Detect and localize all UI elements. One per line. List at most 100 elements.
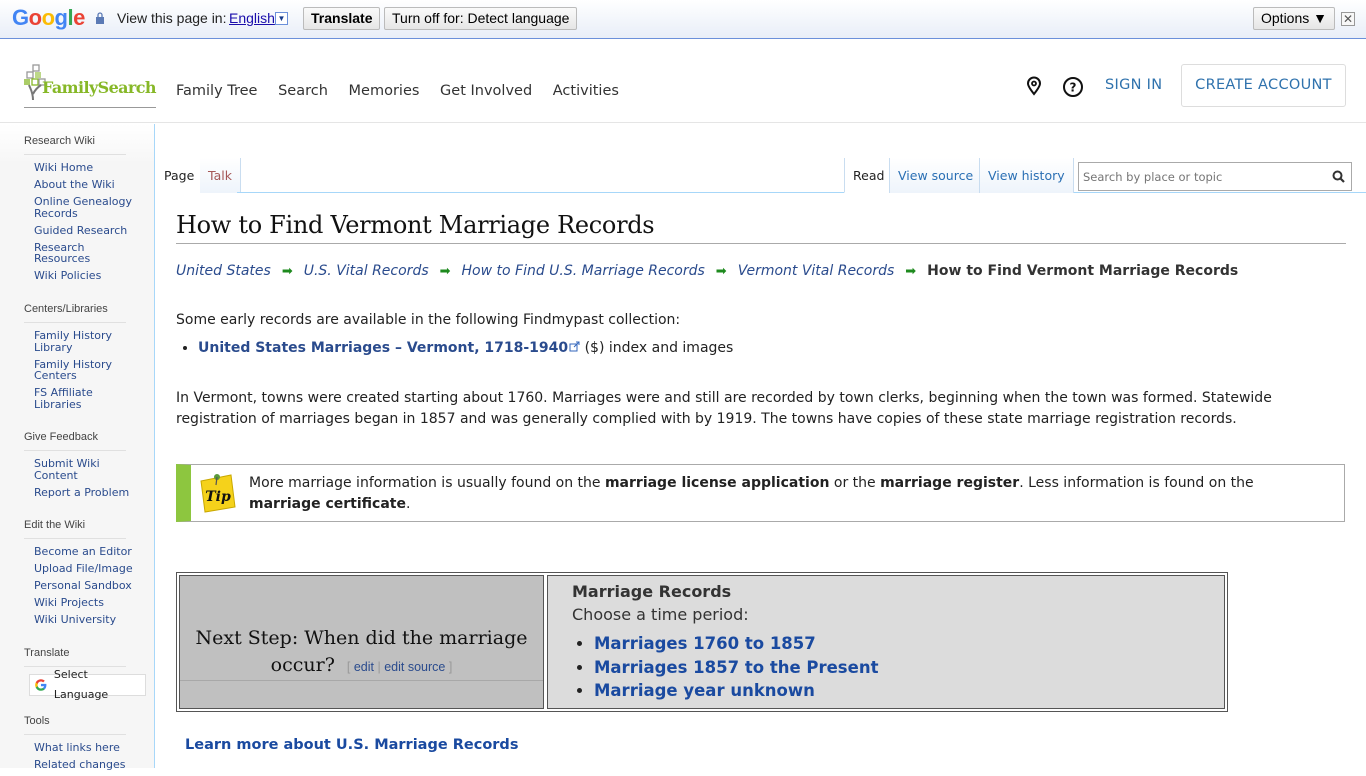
- lock-icon: [96, 12, 104, 24]
- sidebar-item-wiki-home[interactable]: Wiki Home: [24, 162, 134, 174]
- search-input[interactable]: [1079, 163, 1319, 190]
- intro-text: Some early records are available in the …: [176, 312, 681, 328]
- tab-talk[interactable]: Talk: [200, 158, 241, 193]
- sidebar-item-upload-file[interactable]: Upload File/Image: [24, 563, 134, 575]
- tip-text: More marriage information is usually fou…: [249, 475, 1254, 512]
- page-title: How to Find Vermont Marriage Records: [176, 211, 1346, 244]
- divider: [180, 680, 543, 681]
- arrow-right-icon: ➡: [715, 264, 727, 279]
- search-icon[interactable]: [1332, 170, 1345, 183]
- options-button[interactable]: Options ▼: [1253, 7, 1335, 30]
- select-language-label: Select Language: [53, 668, 109, 701]
- create-account-button[interactable]: CREATE ACCOUNT: [1181, 64, 1346, 107]
- sidebar-section-centers: Centers/Libraries Family History Library…: [24, 303, 134, 416]
- view-in-label: View this page in:: [117, 10, 227, 26]
- collection-list: United States Marriages – Vermont, 1718-…: [198, 340, 733, 356]
- marriage-records-cell: Marriage Records Choose a time period: M…: [547, 575, 1225, 709]
- time-period-list: Marriages 1760 to 1857 Marriages 1857 to…: [594, 632, 878, 703]
- sidebar-item-sandbox[interactable]: Personal Sandbox: [24, 580, 134, 592]
- svg-text:?: ?: [1070, 81, 1077, 95]
- nav-get-involved[interactable]: Get Involved: [440, 83, 532, 99]
- location-pin-icon[interactable]: [1024, 76, 1044, 96]
- breadcrumb-link[interactable]: U.S. Vital Records: [304, 263, 429, 279]
- close-icon[interactable]: ✕: [1341, 12, 1355, 26]
- sidebar-section-feedback: Give Feedback Submit Wiki Content Report…: [24, 431, 134, 504]
- tip-box: Tip More marriage information is usually…: [176, 464, 1345, 522]
- sidebar-item-report-problem[interactable]: Report a Problem: [24, 486, 134, 499]
- turn-off-button[interactable]: Turn off for: Detect language: [384, 7, 578, 30]
- next-step-table: Next Step: When did the marriage occur?[…: [176, 572, 1228, 712]
- site-header: FamilySearch Family Tree Search Memories…: [0, 40, 1366, 123]
- edit-link[interactable]: edit: [354, 660, 374, 674]
- google-translate-bar: Google View this page in: English ▼ Tran…: [0, 0, 1366, 39]
- breadcrumb-link[interactable]: Vermont Vital Records: [738, 263, 895, 279]
- main-nav: Family Tree Search Memories Get Involved…: [176, 83, 635, 99]
- list-item: Marriages 1760 to 1857: [594, 632, 878, 656]
- edit-source-link[interactable]: edit source: [384, 660, 445, 674]
- sign-in-link[interactable]: SIGN IN: [1105, 77, 1162, 93]
- language-link[interactable]: English: [229, 10, 275, 26]
- select-language-dropdown[interactable]: Select Language: [29, 668, 146, 701]
- sidebar-item-submit-content[interactable]: Submit Wiki Content: [24, 458, 104, 481]
- breadcrumb: United States ➡ U.S. Vital Records ➡ How to …: [176, 263, 1238, 279]
- wiki-search-box: [1078, 162, 1352, 191]
- sidebar-section-tools: Tools What links here Related changes: [24, 715, 134, 776]
- google-logo: Google: [12, 5, 85, 30]
- sidebar-item-what-links-here[interactable]: What links here: [24, 742, 134, 754]
- period-link-1760-1857[interactable]: Marriages 1760 to 1857: [594, 634, 816, 653]
- arrow-right-icon: ➡: [281, 264, 293, 279]
- sidebar-item-guided-research[interactable]: Guided Research: [24, 224, 134, 237]
- svg-text:Tip: Tip: [205, 489, 231, 505]
- nav-search[interactable]: Search: [278, 83, 328, 99]
- sidebar-section-edit: Edit the Wiki Become an Editor Upload Fi…: [24, 519, 134, 626]
- list-item: Marriage year unknown: [594, 679, 878, 703]
- next-step-question-cell: Next Step: When did the marriage occur?[…: [179, 575, 544, 709]
- nav-activities[interactable]: Activities: [553, 83, 619, 99]
- help-icon[interactable]: ?: [1062, 76, 1084, 98]
- collection-note: ($) index and images: [580, 340, 734, 356]
- period-link-1857-present[interactable]: Marriages 1857 to the Present: [594, 658, 878, 677]
- tab-divider: [237, 192, 1366, 193]
- marriage-records-heading: Marriage Records: [572, 582, 732, 601]
- tab-view-source[interactable]: View source: [889, 158, 982, 193]
- tip-note-icon: Tip: [200, 474, 236, 513]
- google-g-icon: [35, 679, 47, 691]
- language-dropdown-icon[interactable]: ▼: [275, 12, 288, 25]
- sidebar-item-related-changes[interactable]: Related changes: [24, 759, 134, 771]
- breadcrumb-link[interactable]: United States: [176, 263, 271, 279]
- sidebar-section-translate: Translate Select Language: [24, 647, 146, 701]
- sidebar-item-about-wiki[interactable]: About the Wiki: [24, 179, 134, 191]
- tab-page[interactable]: Page: [156, 158, 204, 193]
- sidebar-item-fh-centers[interactable]: Family History Centers: [24, 358, 114, 382]
- sidebar-item-wiki-projects[interactable]: Wiki Projects: [24, 597, 134, 609]
- sidebar-item-fh-library[interactable]: Family History Library: [24, 330, 114, 353]
- learn-more-link[interactable]: Learn more about U.S. Marriage Records: [185, 737, 518, 753]
- tab-view-history[interactable]: View history: [979, 158, 1074, 193]
- section-edit-links: [ edit | edit source ]: [346, 660, 453, 674]
- sidebar-item-research-resources[interactable]: Research Resources: [24, 241, 94, 265]
- collection-link[interactable]: United States Marriages – Vermont, 1718-…: [198, 340, 568, 356]
- arrow-right-icon: ➡: [439, 264, 451, 279]
- nav-family-tree[interactable]: Family Tree: [176, 83, 257, 99]
- body-paragraph: In Vermont, towns were created starting …: [176, 390, 1272, 427]
- tab-read[interactable]: Read: [844, 158, 893, 193]
- sidebar-item-affiliate-libraries[interactable]: FS Affiliate Libraries: [24, 387, 104, 410]
- breadcrumb-current: How to Find Vermont Marriage Records: [927, 263, 1239, 279]
- sidebar-item-wiki-policies[interactable]: Wiki Policies: [24, 270, 134, 282]
- familysearch-logo[interactable]: FamilySearch: [24, 64, 157, 108]
- time-period-prompt: Choose a time period:: [572, 605, 749, 624]
- sidebar-item-online-records[interactable]: Online Genealogy Records: [24, 196, 134, 219]
- sidebar: Research Wiki Wiki Home About the Wiki O…: [0, 124, 155, 770]
- sidebar-item-become-editor[interactable]: Become an Editor: [24, 546, 134, 558]
- sidebar-item-wiki-university[interactable]: Wiki University: [24, 614, 134, 626]
- translate-button[interactable]: Translate: [303, 7, 381, 30]
- next-step-question: Next Step: When did the marriage occur?[…: [195, 627, 528, 676]
- list-item: United States Marriages – Vermont, 1718-…: [198, 340, 733, 356]
- arrow-right-icon: ➡: [905, 264, 917, 279]
- external-link-icon: [569, 341, 580, 352]
- sidebar-section-research-wiki: Research Wiki Wiki Home About the Wiki O…: [24, 135, 134, 282]
- period-link-unknown[interactable]: Marriage year unknown: [594, 681, 815, 700]
- list-item: Marriages 1857 to the Present: [594, 656, 878, 680]
- nav-memories[interactable]: Memories: [349, 83, 420, 99]
- breadcrumb-link[interactable]: How to Find U.S. Marriage Records: [462, 263, 705, 279]
